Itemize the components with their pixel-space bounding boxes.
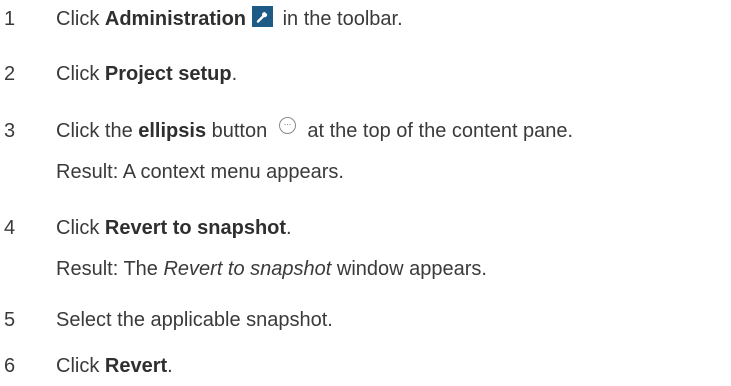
ui-term-project-setup: Project setup xyxy=(104,63,232,85)
step-text-mid: button xyxy=(206,120,273,142)
step-text: Click Administration in the toolbar. xyxy=(56,5,403,33)
step-number: 2 xyxy=(4,63,16,85)
ui-term-revert: Revert xyxy=(104,355,168,377)
step-text-pre: Click xyxy=(56,355,105,377)
step-text-pre: Click the xyxy=(56,120,139,142)
step-text: Click Revert to snapshot. xyxy=(56,214,292,242)
step-text-pre: Click xyxy=(56,63,105,85)
ui-term-ellipsis: ellipsis xyxy=(138,120,207,142)
result-text: Result: A context menu appears. xyxy=(56,161,344,183)
step-number: 3 xyxy=(4,120,16,142)
step-text: Select the applicable snapshot. xyxy=(56,309,333,331)
step-text-post: in the toolbar. xyxy=(277,8,403,30)
result-text: Result: The Revert to snapshot window ap… xyxy=(56,255,487,283)
ui-term-administration: Administration xyxy=(104,8,247,30)
ellipsis-icon: ··· xyxy=(278,117,296,134)
step-text-post: . xyxy=(286,217,292,239)
step-number: 1 xyxy=(4,8,16,30)
step-text-post: . xyxy=(231,63,238,85)
step-text: Click the ellipsis button ··· at the top… xyxy=(56,117,573,145)
step-number: 5 xyxy=(4,309,16,331)
step-text-post: . xyxy=(167,355,173,377)
result-text-post: window appears. xyxy=(331,258,487,280)
step-text: Click Revert. xyxy=(56,352,173,380)
step-text: Click Project setup. xyxy=(56,60,237,88)
step-text-pre: Click xyxy=(56,8,105,30)
ui-term-revert-to-snapshot: Revert to snapshot xyxy=(104,217,287,239)
window-name: Revert to snapshot xyxy=(163,258,332,280)
step-text-post: at the top of the content pane. xyxy=(301,120,574,142)
wrench-icon xyxy=(252,6,274,27)
result-text-pre: Result: The xyxy=(56,258,164,280)
step-number: 4 xyxy=(4,217,16,239)
step-text-pre: Click xyxy=(56,217,105,239)
step-number: 6 xyxy=(4,355,16,377)
